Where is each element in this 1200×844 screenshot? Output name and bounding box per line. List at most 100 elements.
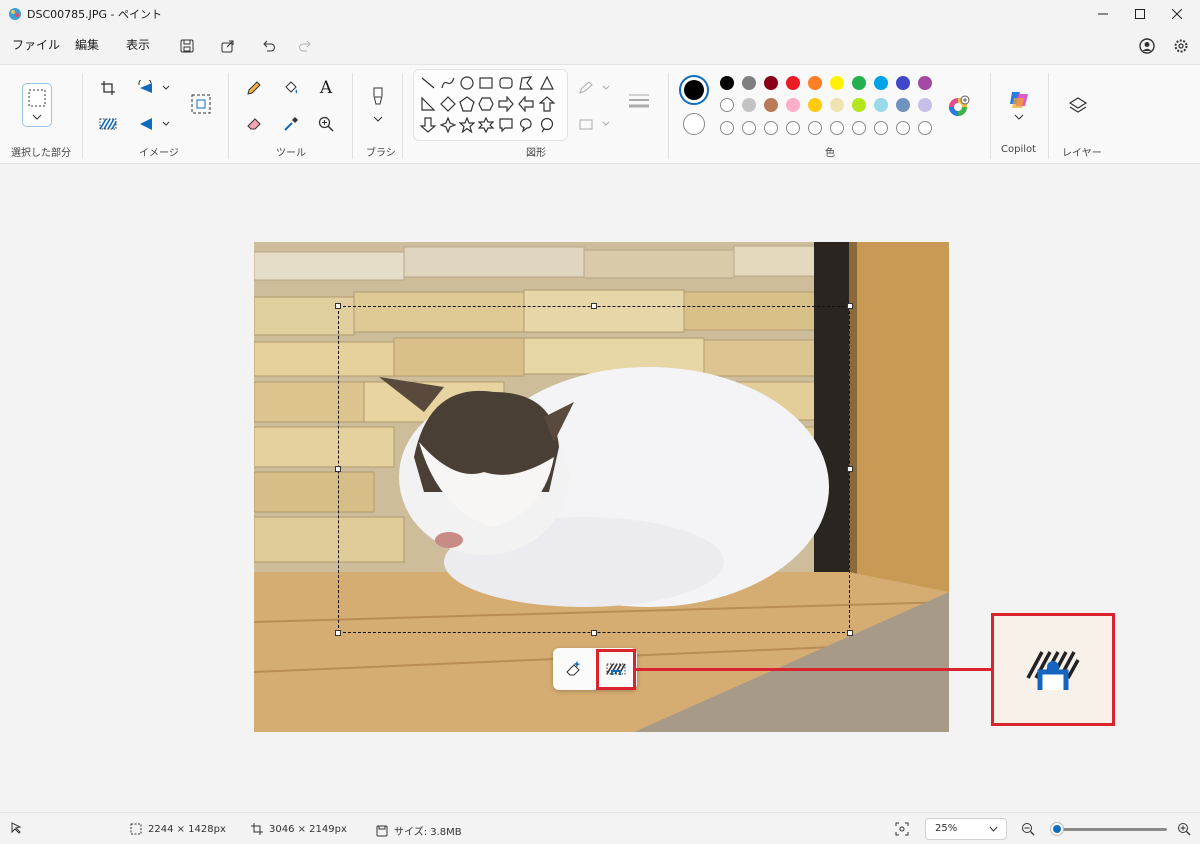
down-arrow-shape-icon[interactable] [420,117,436,133]
settings-button[interactable] [1171,36,1191,56]
custom-color-slot[interactable] [830,121,844,135]
save-icon [180,39,194,53]
pencil-button[interactable] [243,77,265,99]
pentagon-shape-icon[interactable] [459,96,475,112]
curve-shape-icon[interactable] [440,75,456,91]
close-button[interactable] [1154,0,1200,28]
five-point-star-shape-icon[interactable] [459,117,475,133]
selection-rectangle[interactable] [338,306,850,633]
edit-colors-button[interactable] [948,95,970,117]
fill-style-dropdown[interactable] [578,113,612,135]
rect-callout-shape-icon[interactable] [498,117,514,133]
color-swatch[interactable] [896,98,910,112]
color-swatch[interactable] [874,76,888,90]
custom-color-slot[interactable] [742,121,756,135]
text-button[interactable]: A [315,77,337,99]
primary-color-button[interactable] [679,75,709,105]
color-swatch[interactable] [808,98,822,112]
account-button[interactable] [1137,36,1157,56]
menu-edit[interactable]: 編集 [75,36,99,53]
shape-style-button[interactable] [626,89,652,111]
selection-handle[interactable] [591,630,597,636]
custom-color-slot[interactable] [720,121,734,135]
redo-button[interactable] [295,36,315,56]
hexagon-shape-icon[interactable] [478,96,494,112]
custom-color-slot[interactable] [896,121,910,135]
color-picker-button[interactable] [280,113,302,135]
zoom-slider-thumb[interactable] [1050,823,1063,835]
color-swatch[interactable] [808,76,822,90]
color-swatch[interactable] [918,98,932,112]
crop-button[interactable] [97,77,119,99]
paint-bucket-icon [285,81,298,94]
generative-erase-tool-button[interactable] [97,113,119,135]
menu-file[interactable]: ファイル [12,36,60,53]
polygon-shape-icon[interactable] [518,75,534,91]
custom-color-slot[interactable] [808,121,822,135]
color-swatch[interactable] [786,98,800,112]
color-swatch[interactable] [720,76,734,90]
share-button[interactable] [218,36,238,56]
custom-color-slot[interactable] [764,121,778,135]
six-point-star-shape-icon[interactable] [478,117,494,133]
custom-color-slot[interactable] [918,121,932,135]
color-swatch[interactable] [918,76,932,90]
right-triangle-shape-icon[interactable] [420,96,436,112]
copilot-dropdown[interactable] [1008,87,1030,123]
four-point-star-shape-icon[interactable] [440,117,456,133]
fit-to-window-button[interactable] [895,822,909,836]
color-swatch[interactable] [742,98,756,112]
zoom-in-button[interactable] [1177,822,1191,836]
selection-handle[interactable] [591,303,597,309]
color-swatch[interactable] [764,76,778,90]
custom-color-slot[interactable] [786,121,800,135]
color-swatch[interactable] [896,76,910,90]
menu-view[interactable]: 表示 [126,36,150,53]
save-button[interactable] [177,36,197,56]
rotate-dropdown[interactable] [134,77,172,99]
color-swatch[interactable] [874,98,888,112]
rectangle-shape-icon[interactable] [478,75,494,91]
selection-tool-button[interactable] [22,83,52,127]
undo-button[interactable] [259,36,279,56]
outline-dropdown[interactable] [578,77,612,99]
resize-button[interactable] [190,93,212,115]
line-shape-icon[interactable] [420,75,436,91]
color-swatch[interactable] [852,76,866,90]
color-swatch[interactable] [852,98,866,112]
oval-callout-shape-icon[interactable] [518,117,534,133]
selection-handle[interactable] [847,630,853,636]
brush-dropdown[interactable] [367,85,389,125]
up-arrow-shape-icon[interactable] [539,96,555,112]
right-arrow-shape-icon[interactable] [498,96,514,112]
magnifier-button[interactable] [315,113,337,135]
color-swatch[interactable] [720,98,734,112]
left-arrow-shape-icon[interactable] [518,96,534,112]
cloud-callout-shape-icon[interactable] [539,117,555,133]
selection-handle[interactable] [335,466,341,472]
selection-handle[interactable] [335,303,341,309]
erase-background-button[interactable] [557,652,591,686]
selection-handle[interactable] [847,303,853,309]
zoom-select[interactable]: 25% [925,818,1007,840]
selection-handle[interactable] [847,466,853,472]
rounded-rectangle-shape-icon[interactable] [498,75,514,91]
layers-button[interactable] [1067,95,1089,117]
color-swatch[interactable] [830,76,844,90]
secondary-color-button[interactable] [683,113,705,135]
color-swatch[interactable] [786,76,800,90]
color-swatch[interactable] [742,76,756,90]
selection-handle[interactable] [335,630,341,636]
oval-shape-icon[interactable] [459,75,475,91]
custom-color-slot[interactable] [852,121,866,135]
fill-button[interactable] [280,77,302,99]
triangle-shape-icon[interactable] [539,75,555,91]
color-swatch[interactable] [830,98,844,112]
color-swatch[interactable] [764,98,778,112]
eraser-button[interactable] [243,113,265,135]
diamond-shape-icon[interactable] [440,96,456,112]
flip-dropdown[interactable] [134,113,172,135]
custom-color-slot[interactable] [874,121,888,135]
zoom-out-button[interactable] [1021,822,1035,836]
zoom-slider-track[interactable] [1051,828,1167,831]
